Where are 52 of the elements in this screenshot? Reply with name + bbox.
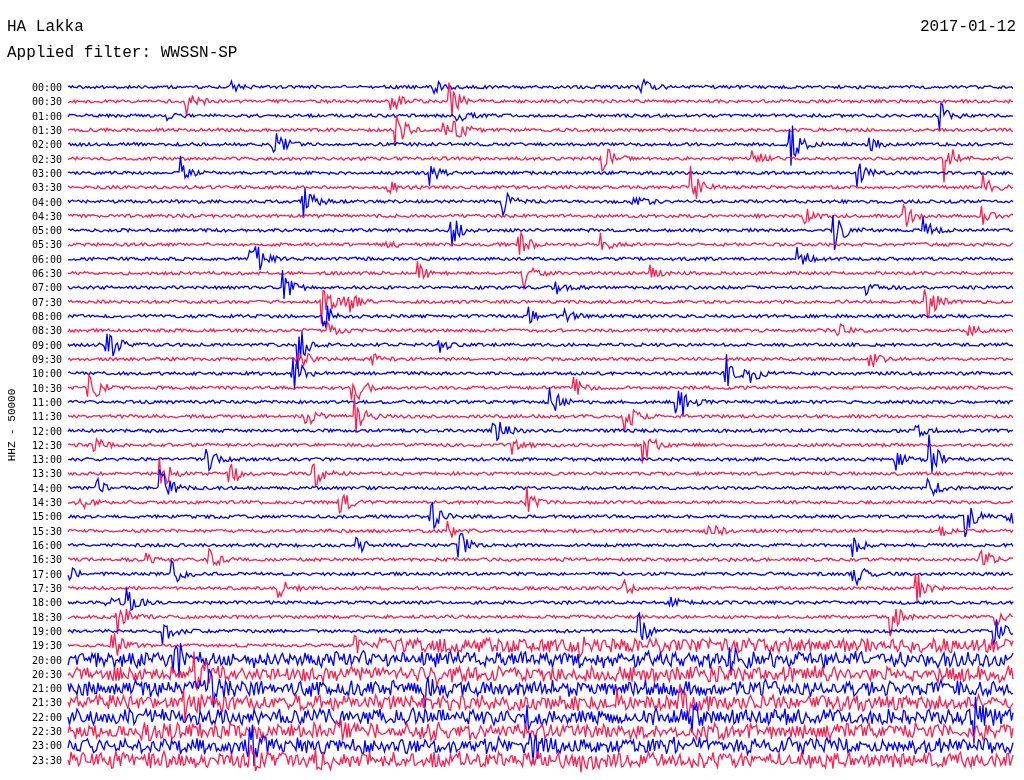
time-label: 11:30 — [30, 410, 63, 425]
time-label: 09:30 — [30, 352, 63, 367]
station-title: HA Lakka — [7, 18, 85, 36]
time-label: 08:00 — [30, 310, 63, 324]
filter-label: Applied filter: WWSSN-SP — [7, 44, 238, 62]
time-label: 00:00 — [30, 81, 63, 95]
time-label: 14:30 — [30, 496, 63, 511]
time-label: 00:30 — [30, 95, 63, 110]
time-label: 20:00 — [30, 653, 63, 668]
time-label: 06:30 — [30, 267, 63, 282]
time-label: 08:30 — [30, 324, 63, 339]
time-label: 06:00 — [30, 252, 63, 267]
time-label: 14:00 — [30, 481, 63, 496]
time-label: 18:00 — [30, 596, 63, 611]
time-label: 05:00 — [30, 224, 63, 239]
time-label: 05:30 — [30, 238, 63, 253]
time-label: 13:30 — [30, 467, 63, 482]
time-label: 15:00 — [30, 510, 63, 525]
time-label: 20:30 — [30, 667, 63, 682]
time-label: 04:00 — [30, 195, 63, 210]
time-label: 13:00 — [30, 453, 63, 468]
time-label: 22:00 — [30, 710, 63, 725]
time-label: 02:00 — [30, 138, 63, 153]
time-label: 01:30 — [30, 123, 63, 138]
time-label: 04:30 — [30, 209, 63, 224]
time-label: 15:30 — [30, 524, 63, 539]
time-label: 01:00 — [30, 109, 63, 124]
time-label: 23:30 — [30, 753, 63, 768]
time-label: 07:00 — [30, 281, 63, 296]
time-label: 21:00 — [30, 682, 63, 697]
time-label: 12:30 — [30, 438, 63, 453]
time-label: 12:00 — [30, 424, 63, 439]
time-label: 16:30 — [30, 553, 63, 568]
time-label: 21:30 — [30, 696, 63, 711]
time-label: 02:30 — [30, 152, 63, 167]
time-label: 03:30 — [30, 181, 63, 196]
time-label: 19:00 — [30, 624, 63, 639]
time-label: 17:30 — [30, 581, 63, 596]
time-label: 17:00 — [30, 567, 63, 582]
date-label: 2017-01-12 — [920, 18, 1016, 38]
time-label: 18:30 — [30, 610, 63, 625]
time-label: 10:00 — [30, 367, 63, 382]
time-label: 23:00 — [30, 739, 63, 754]
time-label: 07:30 — [30, 295, 63, 310]
time-label: 03:00 — [30, 166, 63, 181]
time-label: 09:00 — [30, 338, 63, 353]
axis-label: HHZ - 50000 — [6, 388, 18, 462]
time-label: 19:30 — [30, 639, 63, 654]
time-label: 22:30 — [30, 725, 63, 740]
time-label: 10:30 — [30, 381, 63, 396]
time-label: 16:00 — [30, 539, 63, 553]
time-label: 11:00 — [30, 395, 63, 410]
